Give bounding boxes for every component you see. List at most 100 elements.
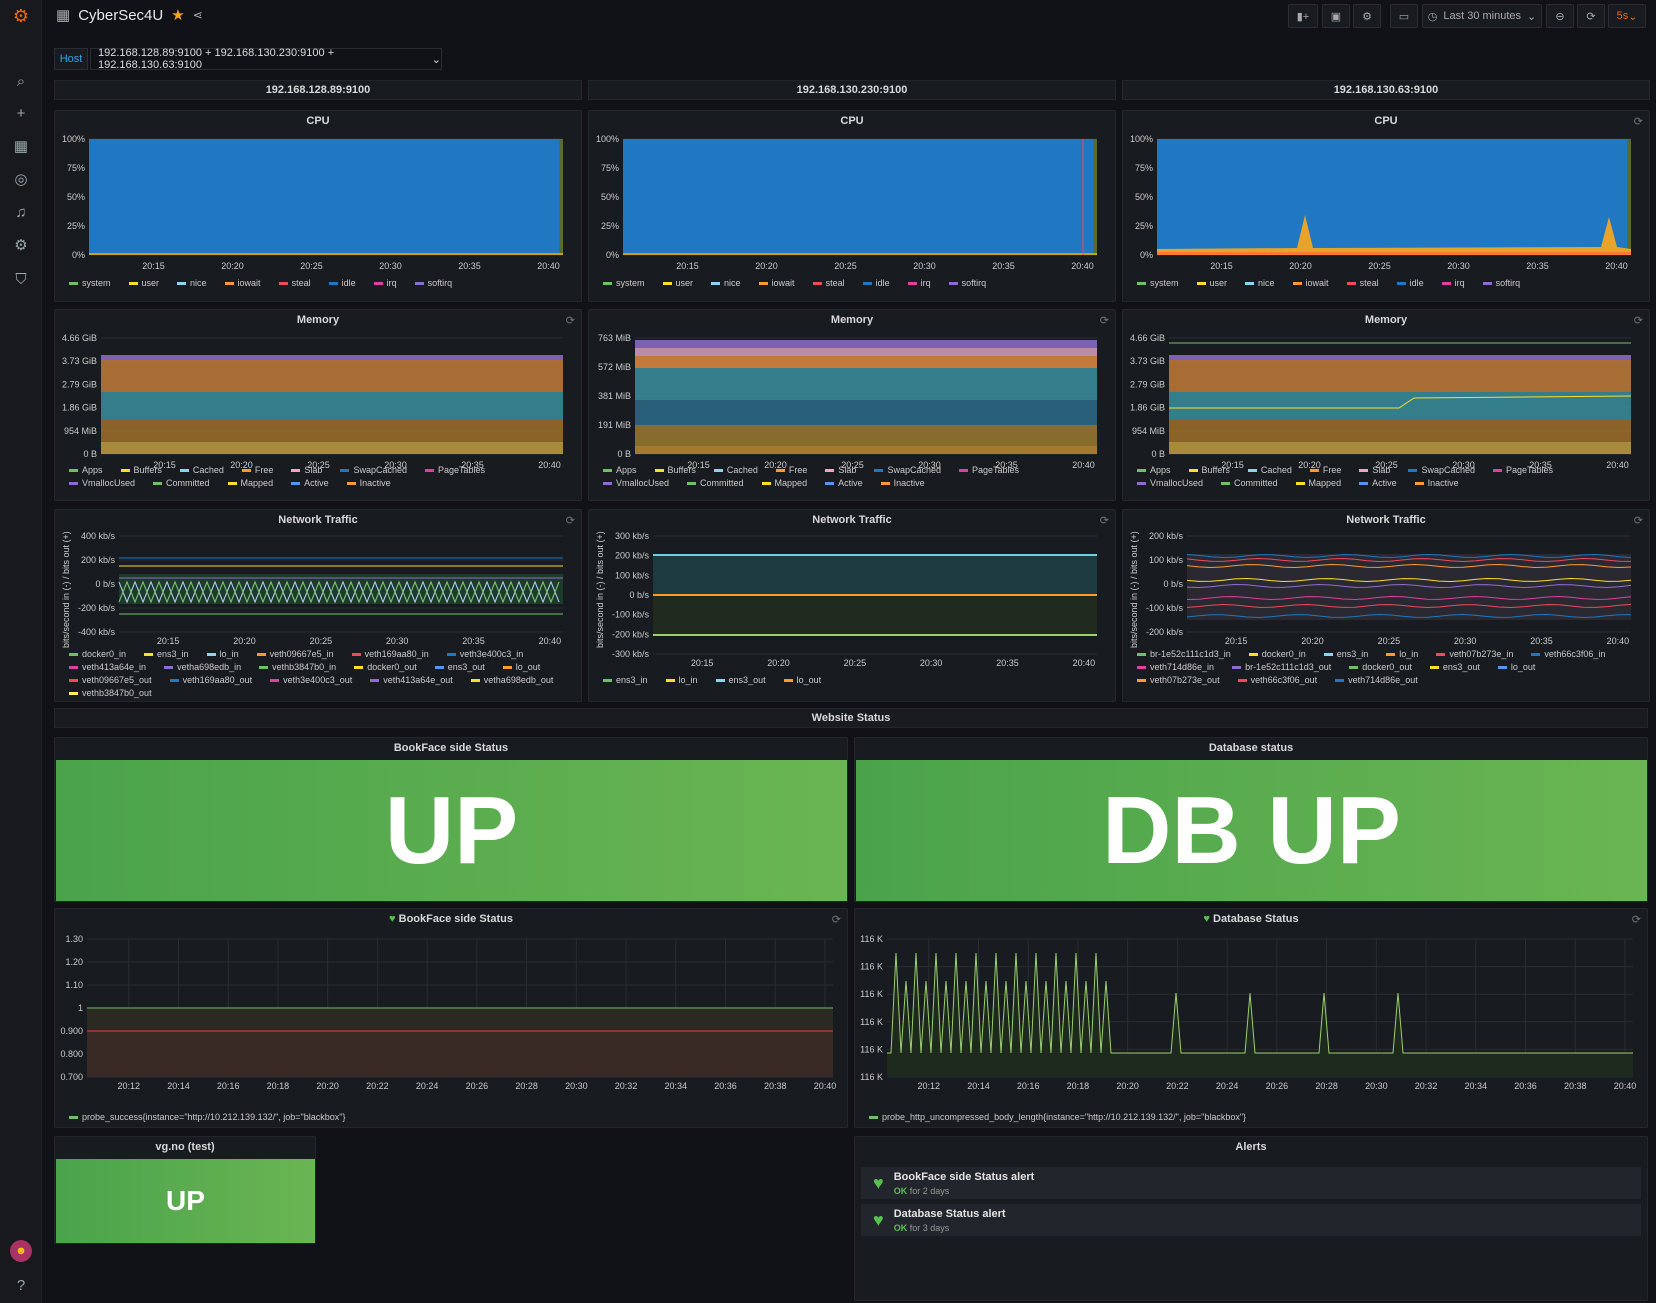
- refresh-icon[interactable]: ⟳: [566, 314, 575, 327]
- star-icon[interactable]: ★: [171, 6, 184, 24]
- panel-title[interactable]: Memory: [55, 314, 581, 326]
- zoom-out-icon[interactable]: ⊖: [1546, 4, 1574, 28]
- legend-item[interactable]: lo_out: [1497, 662, 1545, 672]
- legend-item[interactable]: Active: [825, 478, 872, 488]
- panel-title[interactable]: CPU: [1123, 115, 1649, 127]
- panel-title[interactable]: Database status: [855, 742, 1647, 754]
- legend-item[interactable]: iowait: [224, 278, 270, 288]
- refresh-icon[interactable]: ⟳: [1577, 4, 1605, 28]
- legend-item[interactable]: docker0_in: [1248, 649, 1315, 659]
- legend-item[interactable]: vetha698edb_in: [164, 662, 250, 672]
- legend-item[interactable]: Cached: [1247, 465, 1301, 475]
- legend-item[interactable]: VmallocUsed: [603, 478, 678, 488]
- legend-item[interactable]: lo_in: [665, 675, 707, 685]
- help-icon[interactable]: ?: [10, 1274, 32, 1296]
- legend-item[interactable]: PageTables: [1492, 465, 1562, 475]
- legend-item[interactable]: system: [603, 278, 654, 288]
- legend-item[interactable]: Committed: [687, 478, 753, 488]
- refresh-icon[interactable]: ⟳: [1634, 314, 1643, 327]
- legend-item[interactable]: veth3e400c3_in: [446, 649, 533, 659]
- legend-item[interactable]: veth714d86e_in: [1137, 662, 1223, 672]
- legend-item[interactable]: vetha698edb_out: [470, 675, 563, 685]
- legend-item[interactable]: system: [1137, 278, 1188, 288]
- legend-item[interactable]: Free: [775, 465, 817, 475]
- legend-item[interactable]: Apps: [69, 465, 112, 475]
- panel-title[interactable]: ♥ BookFace side Status: [55, 913, 847, 925]
- legend-item[interactable]: veth09667e5_in: [256, 649, 343, 659]
- panel-title[interactable]: vg.no (test): [55, 1141, 315, 1153]
- legend-item[interactable]: Free: [241, 465, 283, 475]
- avatar[interactable]: ☻: [10, 1240, 32, 1262]
- legend-item[interactable]: steal: [1346, 278, 1388, 288]
- panel-title[interactable]: BookFace side Status: [55, 742, 847, 754]
- legend-item[interactable]: Slab: [1359, 465, 1399, 475]
- legend-item[interactable]: Active: [1359, 478, 1406, 488]
- legend-item[interactable]: ens3_out: [1429, 662, 1489, 672]
- legend-item[interactable]: br-1e52c111c1d3_in: [1137, 649, 1240, 659]
- refresh-icon[interactable]: ⟳: [1100, 514, 1109, 527]
- legend-item[interactable]: iowait: [1292, 278, 1338, 288]
- legend-item[interactable]: lo_in: [1386, 649, 1427, 659]
- legend-item[interactable]: ens3_out: [434, 662, 494, 672]
- shield-icon[interactable]: ⛉: [10, 268, 32, 290]
- refresh-interval-picker[interactable]: 5s ⌄: [1608, 4, 1646, 28]
- legend-item[interactable]: iowait: [758, 278, 804, 288]
- legend-item[interactable]: SwapCached: [340, 465, 416, 475]
- legend-item[interactable]: Buffers: [120, 465, 171, 475]
- legend-item[interactable]: veth07b273e_out: [1137, 675, 1229, 685]
- legend-item[interactable]: Mapped: [227, 478, 283, 488]
- dashboards-icon[interactable]: ▦: [10, 135, 32, 157]
- legend-item[interactable]: nice: [711, 278, 750, 288]
- alert-item[interactable]: ♥ Database Status alert OK for 3 days: [861, 1204, 1641, 1236]
- legend-item[interactable]: docker0_in: [69, 649, 135, 659]
- legend-item[interactable]: softirq: [948, 278, 996, 288]
- bell-icon[interactable]: ♫: [10, 201, 32, 223]
- legend-item[interactable]: Cached: [713, 465, 767, 475]
- legend-item[interactable]: SwapCached: [874, 465, 950, 475]
- panel-title[interactable]: Network Traffic: [55, 514, 581, 526]
- legend-item[interactable]: Cached: [179, 465, 233, 475]
- legend-item[interactable]: veth3e400c3_out: [270, 675, 361, 685]
- legend-item[interactable]: lo_in: [206, 649, 248, 659]
- legend-item[interactable]: vethb3847b0_out: [69, 688, 161, 698]
- panel-title[interactable]: Network Traffic: [589, 514, 1115, 526]
- legend-item[interactable]: veth169aa80_out: [169, 675, 262, 685]
- panel-title[interactable]: ♥ Database Status: [855, 913, 1647, 925]
- legend-item[interactable]: idle: [328, 278, 365, 288]
- plus-icon[interactable]: +: [10, 102, 32, 124]
- gear-icon[interactable]: ⚙: [10, 234, 32, 256]
- panel-title[interactable]: Alerts: [855, 1141, 1647, 1153]
- refresh-icon[interactable]: ⟳: [1100, 314, 1109, 327]
- panel-title[interactable]: Network Traffic: [1123, 514, 1649, 526]
- legend-item[interactable]: Buffers: [654, 465, 705, 475]
- legend-item[interactable]: VmallocUsed: [1137, 478, 1212, 488]
- legend-item[interactable]: veth169aa80_in: [351, 649, 438, 659]
- legend-item[interactable]: system: [69, 278, 120, 288]
- legend-item[interactable]: docker0_out: [1349, 662, 1421, 672]
- host-variable-select[interactable]: 192.168.128.89:9100 + 192.168.130.230:91…: [90, 47, 442, 71]
- legend-item[interactable]: user: [128, 278, 169, 288]
- save-icon[interactable]: ▣: [1322, 4, 1350, 28]
- legend-item[interactable]: Apps: [603, 465, 646, 475]
- share-icon[interactable]: ⋖: [193, 8, 203, 22]
- legend-item[interactable]: docker0_out: [354, 662, 426, 672]
- legend-item[interactable]: veth66c3f06_out: [1237, 675, 1327, 685]
- legend-item[interactable]: PageTables: [424, 465, 494, 475]
- legend-item[interactable]: Mapped: [761, 478, 817, 488]
- legend-item[interactable]: veth413a64e_out: [370, 675, 462, 685]
- refresh-icon[interactable]: ⟳: [1632, 913, 1641, 926]
- legend-item[interactable]: idle: [862, 278, 899, 288]
- legend-item[interactable]: irq: [373, 278, 406, 288]
- legend-item[interactable]: PageTables: [958, 465, 1028, 475]
- settings-gear-icon[interactable]: ⚙: [1353, 4, 1381, 28]
- legend-item[interactable]: nice: [1245, 278, 1284, 288]
- legend-item[interactable]: veth66c3f06_in: [1531, 649, 1614, 659]
- legend-item[interactable]: VmallocUsed: [69, 478, 144, 488]
- refresh-icon[interactable]: ⟳: [832, 913, 841, 926]
- legend-item[interactable]: Inactive: [1414, 478, 1468, 488]
- legend-item[interactable]: veth09667e5_out: [69, 675, 161, 685]
- legend-item[interactable]: ens3_out: [715, 675, 775, 685]
- legend-item[interactable]: user: [1196, 278, 1237, 288]
- explore-compass-icon[interactable]: ◎: [10, 168, 32, 190]
- legend-item[interactable]: Committed: [1221, 478, 1287, 488]
